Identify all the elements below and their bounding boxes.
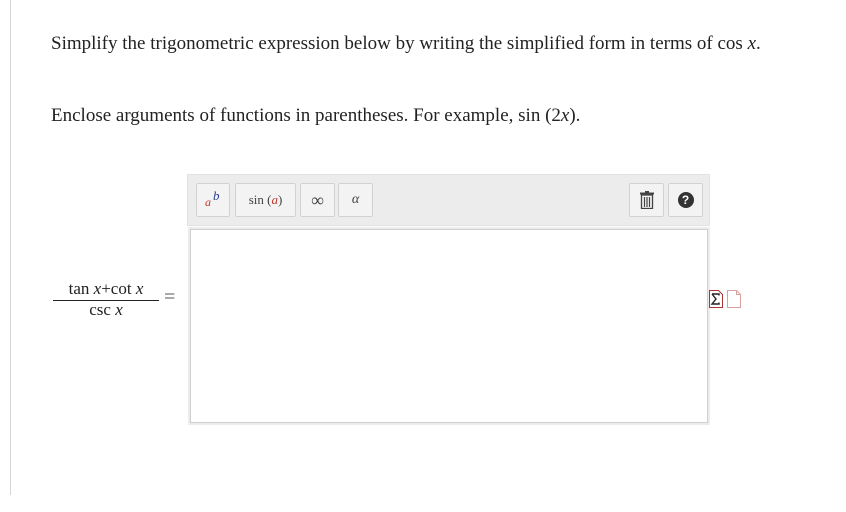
- superscript-button[interactable]: a b: [196, 183, 230, 217]
- help-button[interactable]: ?: [668, 183, 703, 217]
- answer-input[interactable]: [190, 229, 708, 423]
- trig-function-button[interactable]: sin (a): [235, 183, 296, 217]
- sigma-doc-icon[interactable]: [709, 290, 723, 308]
- instruction-1-text: Simplify the trigonometric expression be…: [51, 33, 713, 54]
- expression-fraction: tan x+cot x csc x: [53, 279, 159, 318]
- greek-letters-button[interactable]: α: [338, 183, 373, 217]
- instruction-2-sin: sin: [518, 105, 541, 126]
- side-icons: [709, 290, 741, 308]
- instruction-1-cos: cos: [717, 33, 743, 54]
- math-toolbar: a b sin (a) ∞ α ?: [187, 174, 710, 226]
- trash-icon: [639, 191, 654, 209]
- infinity-button[interactable]: ∞: [300, 183, 335, 217]
- left-divider: [10, 0, 11, 495]
- clear-button[interactable]: [629, 183, 664, 217]
- instruction-1-var: x: [747, 33, 756, 54]
- instruction-line-2: Enclose arguments of functions in parent…: [51, 105, 581, 126]
- instruction-2-text: Enclose arguments of functions in parent…: [51, 105, 514, 126]
- equals-sign: =: [164, 286, 176, 308]
- instruction-line-1: Simplify the trigonometric expression be…: [51, 33, 761, 54]
- fraction-numerator: tan x+cot x: [68, 279, 144, 298]
- alpha-icon: α: [351, 192, 360, 207]
- superscript-icon: a b: [205, 188, 220, 209]
- question-circle-icon: ?: [677, 192, 694, 208]
- fraction-denominator: csc x: [89, 300, 123, 319]
- infinity-icon: ∞: [311, 189, 324, 210]
- blank-doc-icon[interactable]: [727, 290, 741, 308]
